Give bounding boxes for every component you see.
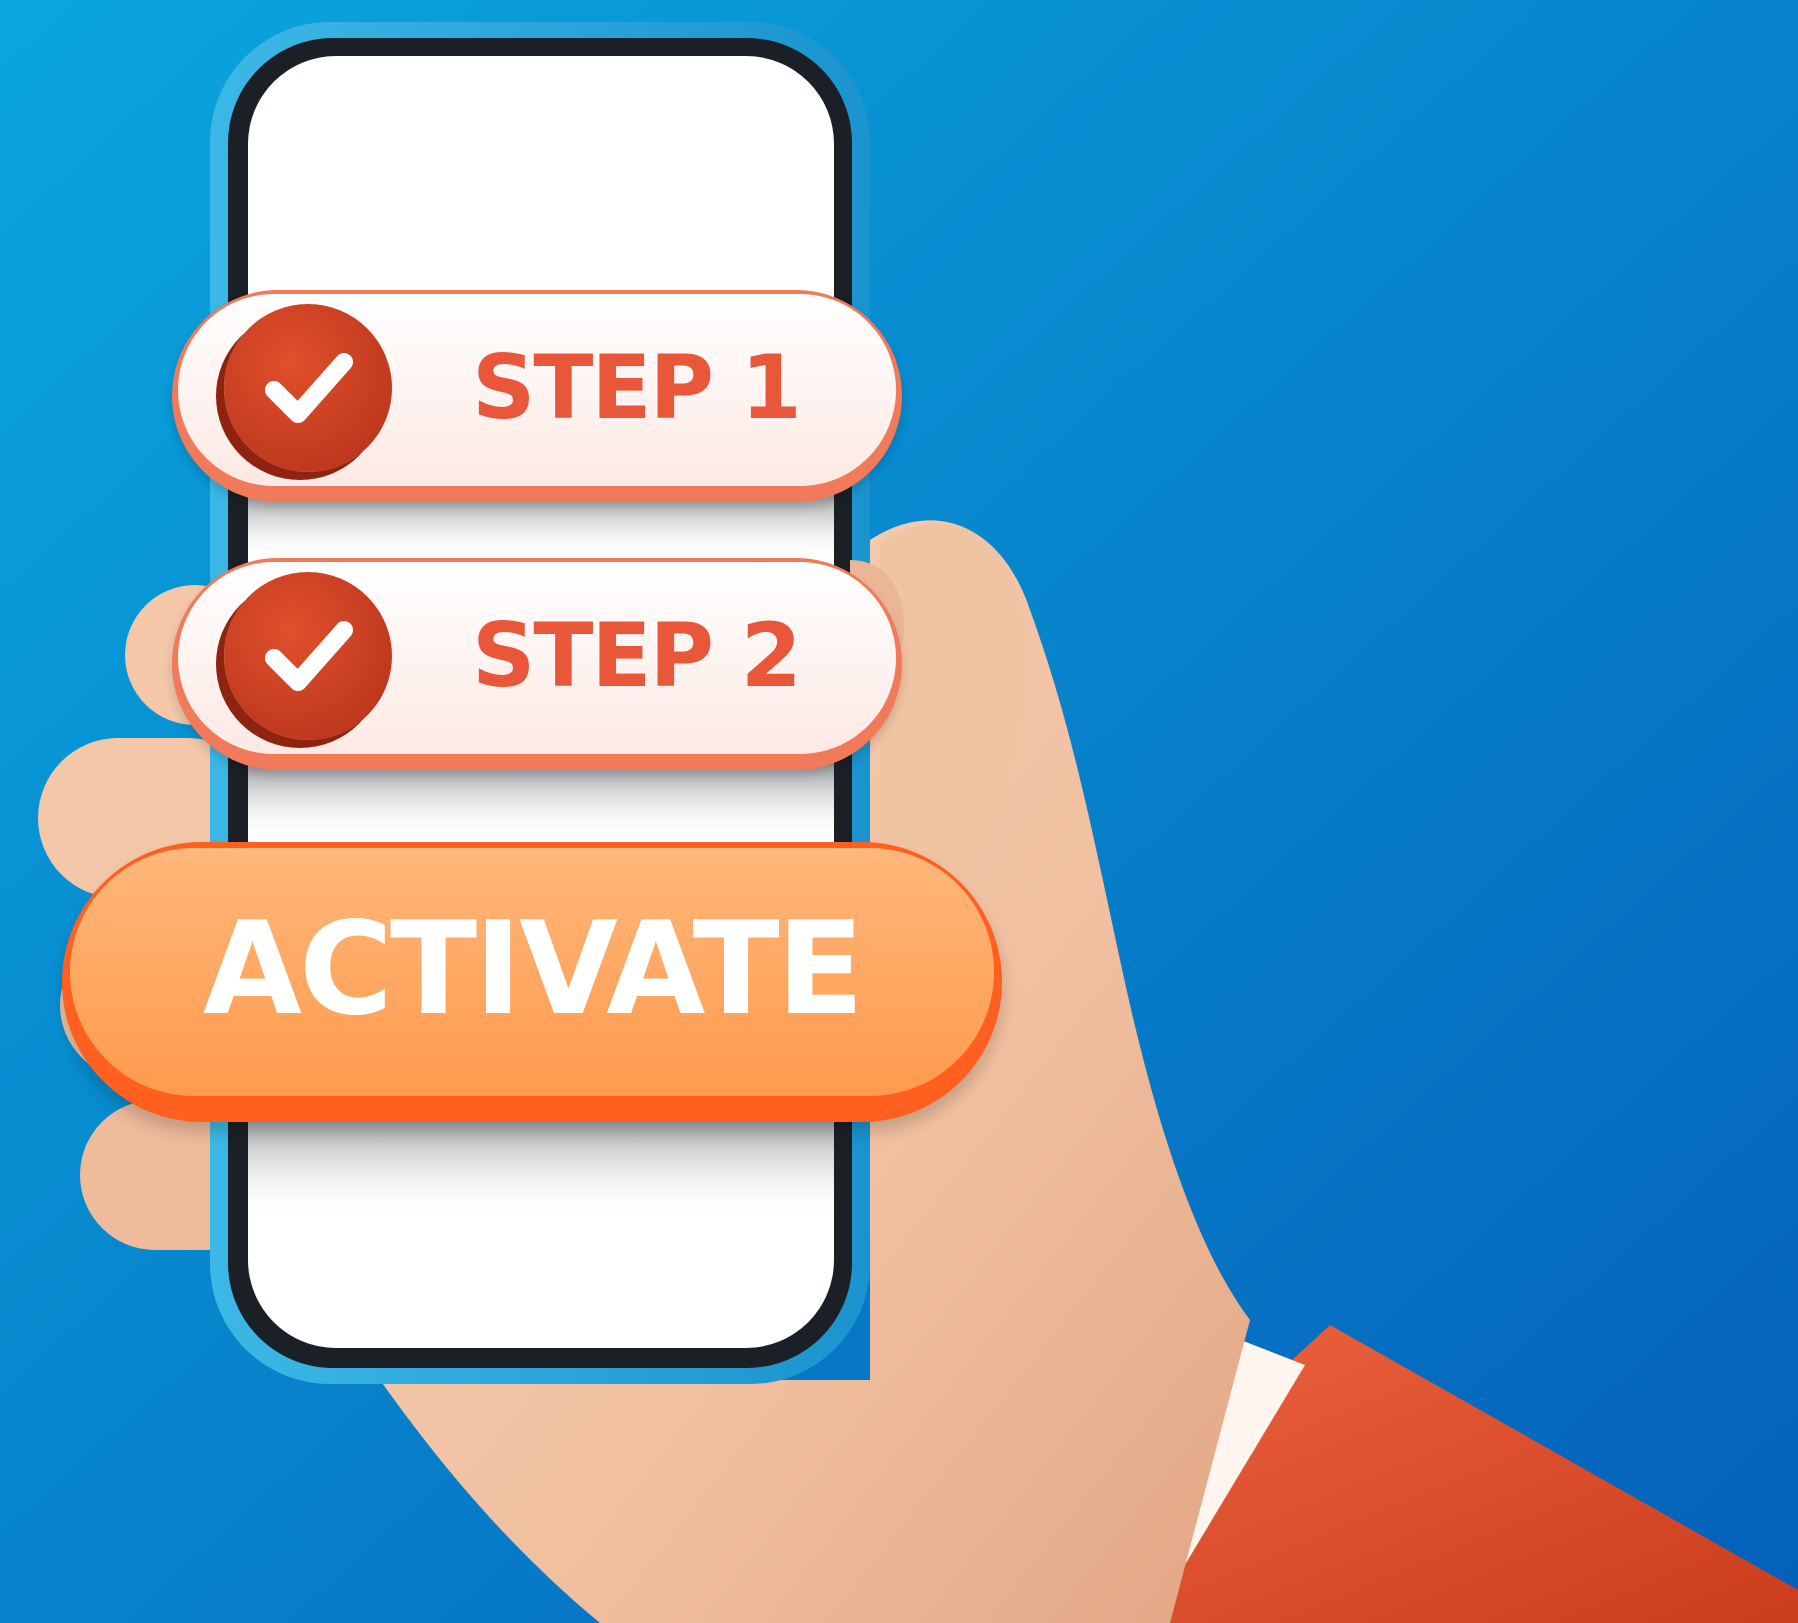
step-2-pill[interactable]: STEP 2: [172, 558, 902, 770]
checkmark-icon: [224, 304, 392, 472]
screen-shadow: [248, 760, 834, 840]
checkmark-icon: [224, 572, 392, 740]
activate-button[interactable]: ACTIVATE: [62, 842, 1002, 1122]
illustration: [0, 0, 1798, 1623]
step-1-pill[interactable]: STEP 1: [172, 290, 902, 502]
step-1-check-circle: [224, 304, 392, 472]
activate-label: ACTIVATE: [202, 895, 864, 1044]
step-2-check-circle: [224, 572, 392, 740]
step-1-label: STEP 1: [472, 336, 802, 439]
step-2-label: STEP 2: [472, 604, 802, 707]
screen-shadow: [248, 1110, 834, 1220]
